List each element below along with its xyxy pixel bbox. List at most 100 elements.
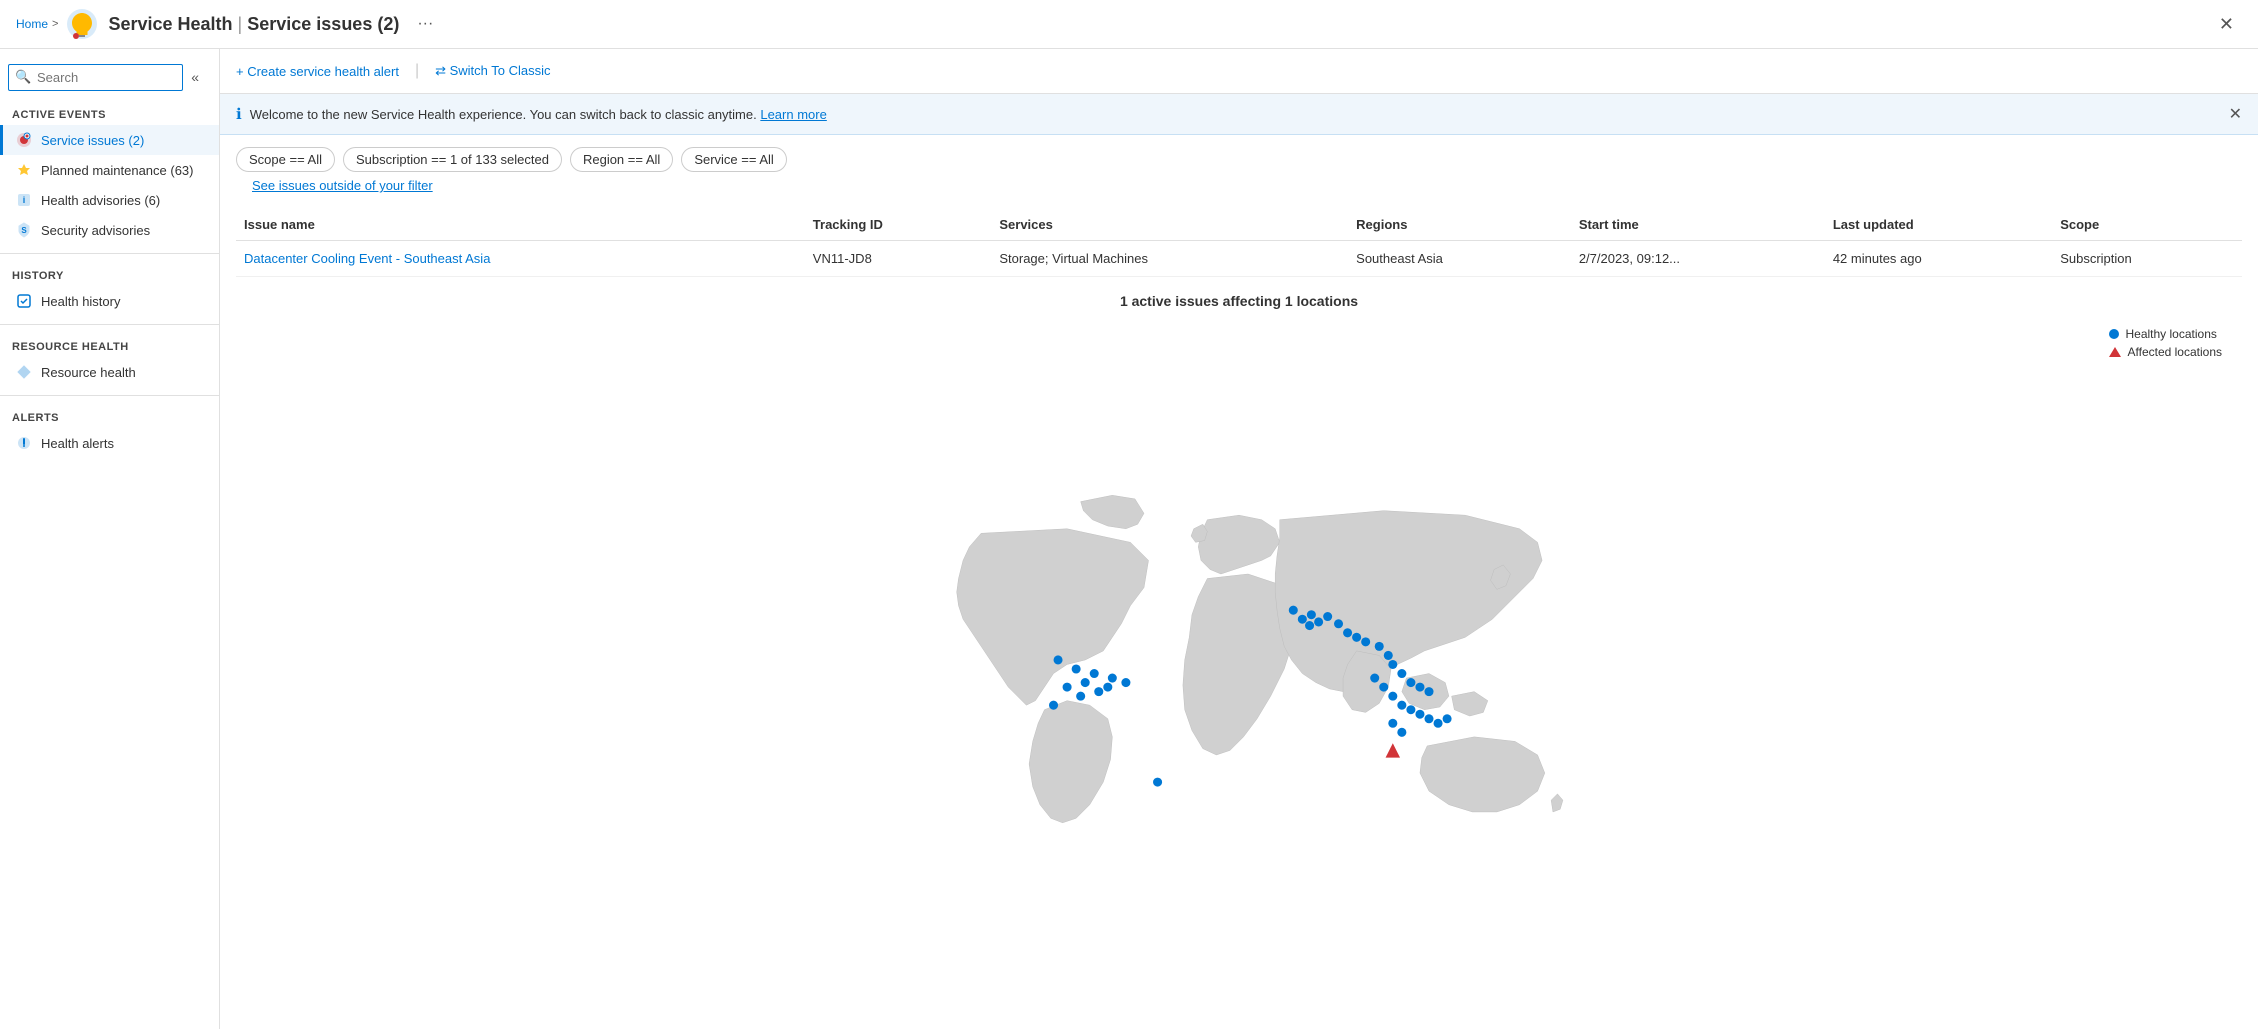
cell-last-updated: 42 minutes ago [1825,241,2052,277]
subscription-filter[interactable]: Subscription == 1 of 133 selected [343,147,562,172]
cell-issue-name: Datacenter Cooling Event - Southeast Asi… [236,241,805,277]
collapse-sidebar-button[interactable]: « [187,65,203,89]
switch-classic-button[interactable]: ⇄ Switch To Classic [435,59,550,83]
healthy-location-dot [1415,710,1424,719]
healthy-location-dot [1361,637,1370,646]
banner-close-button[interactable]: ✕ [2229,104,2242,124]
sidebar-item-health-alerts-label: Health alerts [41,436,114,451]
healthy-location-dot [1424,687,1433,696]
col-scope: Scope [2052,209,2242,241]
health-history-icon [15,292,33,310]
healthy-location-dot [1298,615,1307,624]
healthy-location-dot [1307,610,1316,619]
resource-health-icon [15,363,33,381]
sidebar-item-planned-maintenance-label: Planned maintenance (63) [41,163,194,178]
healthy-location-dot [1352,633,1361,642]
cell-regions: Southeast Asia [1348,241,1571,277]
content-area: + Create service health alert | ⇄ Switch… [220,49,2258,1029]
healthy-location-dot [1415,683,1424,692]
region-filter[interactable]: Region == All [570,147,673,172]
section-history-label: HISTORY [0,262,219,286]
col-regions: Regions [1348,209,1571,241]
healthy-location-dot [1108,674,1117,683]
healthy-location-dot [1081,678,1090,687]
healthy-location-dot [1072,664,1081,673]
healthy-location-dot [1384,651,1393,660]
info-banner: ℹ Welcome to the new Service Health expe… [220,94,2258,135]
healthy-location-dot [1424,714,1433,723]
healthy-location-dot [1094,687,1103,696]
healthy-location-dot [1063,683,1072,692]
sidebar-item-service-issues[interactable]: Service issues (2) [0,125,219,155]
sidebar-item-health-advisories-label: Health advisories (6) [41,193,160,208]
healthy-legend-item: Healthy locations [2109,327,2222,341]
healthy-location-dot [1375,642,1384,651]
healthy-location-dot [1397,701,1406,710]
toolbar: + Create service health alert | ⇄ Switch… [220,49,2258,94]
sidebar-item-resource-health[interactable]: Resource health [0,357,219,387]
page-title: Service Health | Service issues (2) [108,14,399,35]
sidebar-item-health-advisories[interactable]: i Health advisories (6) [0,185,219,215]
col-services: Services [991,209,1348,241]
planned-maintenance-icon [15,161,33,179]
sidebar-item-planned-maintenance[interactable]: Planned maintenance (63) [0,155,219,185]
healthy-location-dot [1323,612,1332,621]
healthy-location-dot [1379,683,1388,692]
filters-area: Scope == All Subscription == 1 of 133 se… [220,135,2258,176]
healthy-location-dot [1388,719,1397,728]
map-container: Healthy locations Affected locations [236,317,2242,1021]
health-alerts-icon [15,434,33,452]
see-issues-outside-filter-link[interactable]: See issues outside of your filter [236,174,449,197]
cell-start-time: 2/7/2023, 09:12... [1571,241,1825,277]
app-icon [66,8,98,40]
breadcrumb: Home > [16,17,58,31]
healthy-location-dot [1388,692,1397,701]
svg-text:S: S [21,226,27,235]
healthy-location-dot [1103,683,1112,692]
healthy-location-dot [1370,674,1379,683]
map-section: 1 active issues affecting 1 locations He… [220,285,2258,1029]
col-tracking-id: Tracking ID [805,209,992,241]
healthy-location-dot [1153,778,1162,787]
sidebar-item-resource-health-label: Resource health [41,365,136,380]
issue-link[interactable]: Datacenter Cooling Event - Southeast Asi… [244,251,490,266]
sidebar-item-health-history[interactable]: Health history [0,286,219,316]
healthy-location-dot [1406,678,1415,687]
issues-table: Issue name Tracking ID Services Regions … [236,209,2242,277]
sidebar-divider-2 [0,324,219,325]
col-issue-name: Issue name [236,209,805,241]
healthy-location-dot [1076,692,1085,701]
map-title: 1 active issues affecting 1 locations [236,293,2242,309]
cell-scope: Subscription [2052,241,2242,277]
sidebar-item-health-alerts[interactable]: Health alerts [0,428,219,458]
cell-services: Storage; Virtual Machines [991,241,1348,277]
healthy-location-dot [1090,669,1099,678]
section-active-events-label: ACTIVE EVENTS [0,101,219,125]
more-options-button[interactable]: ··· [409,11,441,37]
security-advisories-icon: S [15,221,33,239]
sidebar-item-health-history-label: Health history [41,294,120,309]
close-button[interactable]: ✕ [2211,10,2242,39]
map-legend: Healthy locations Affected locations [2109,327,2222,359]
service-filter[interactable]: Service == All [681,147,787,172]
banner-learn-more-link[interactable]: Learn more [760,107,826,122]
sidebar-divider-1 [0,253,219,254]
health-advisories-icon: i [15,191,33,209]
banner-info-icon: ℹ [236,105,242,123]
search-input[interactable] [8,64,183,91]
create-alert-button[interactable]: + Create service health alert [236,60,399,83]
scope-filter[interactable]: Scope == All [236,147,335,172]
page-title-area: Service Health | Service issues (2) ··· [66,8,2202,40]
issues-table-area: Issue name Tracking ID Services Regions … [220,201,2258,285]
section-resource-health-label: RESOURCE HEALTH [0,333,219,357]
healthy-legend-label: Healthy locations [2125,327,2216,341]
healthy-location-dot [1305,621,1314,630]
sidebar-divider-3 [0,395,219,396]
banner-text: Welcome to the new Service Health experi… [250,107,2221,122]
breadcrumb-separator: > [52,18,58,30]
home-link[interactable]: Home [16,17,48,31]
col-last-updated: Last updated [1825,209,2052,241]
sidebar-item-security-advisories[interactable]: S Security advisories [0,215,219,245]
sidebar-item-security-advisories-label: Security advisories [41,223,150,238]
search-icon: 🔍 [15,69,31,85]
